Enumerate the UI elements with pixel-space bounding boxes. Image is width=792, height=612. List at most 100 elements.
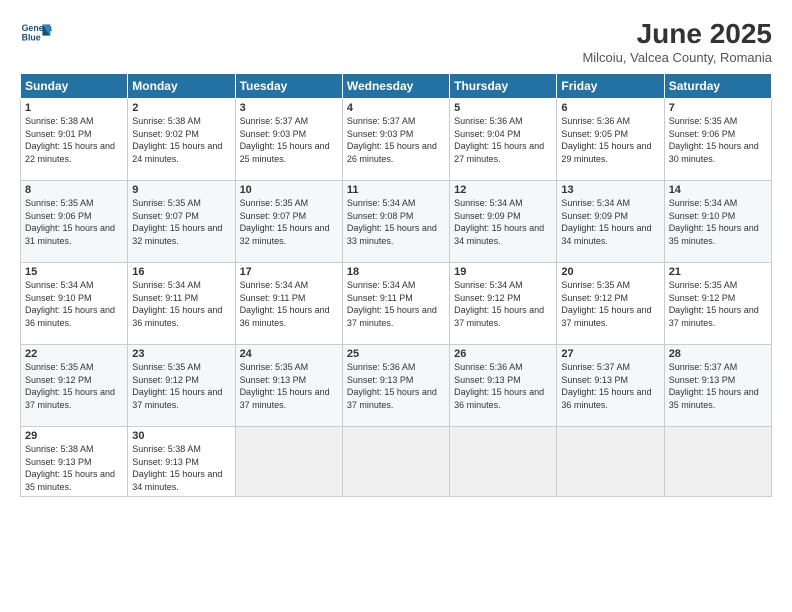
day-info: Sunrise: 5:35 AMSunset: 9:07 PMDaylight:… (240, 198, 330, 246)
col-wednesday: Wednesday (342, 74, 449, 99)
table-row: 1Sunrise: 5:38 AMSunset: 9:01 PMDaylight… (21, 99, 128, 181)
day-number: 7 (669, 102, 767, 114)
table-row (557, 427, 664, 497)
table-row: 21Sunrise: 5:35 AMSunset: 9:12 PMDayligh… (664, 263, 771, 345)
table-row: 28Sunrise: 5:37 AMSunset: 9:13 PMDayligh… (664, 345, 771, 427)
table-row (235, 427, 342, 497)
day-number: 27 (561, 348, 659, 360)
location: Milcoiu, Valcea County, Romania (582, 50, 772, 65)
day-info: Sunrise: 5:34 AMSunset: 9:10 PMDaylight:… (25, 280, 115, 328)
day-number: 18 (347, 266, 445, 278)
day-number: 20 (561, 266, 659, 278)
table-row (342, 427, 449, 497)
day-number: 26 (454, 348, 552, 360)
col-saturday: Saturday (664, 74, 771, 99)
day-number: 9 (132, 184, 230, 196)
col-monday: Monday (128, 74, 235, 99)
table-row: 26 Sunrise: 5:36 AMSunset: 9:13 PMDayligh… (450, 345, 557, 427)
col-thursday: Thursday (450, 74, 557, 99)
table-row: 20 Sunrise: 5:35 AMSunset: 9:12 PMDayligh… (557, 263, 664, 345)
table-row: 17Sunrise: 5:34 AMSunset: 9:11 PMDayligh… (235, 263, 342, 345)
table-row: 12 Sunrise: 5:34 AMSunset: 9:09 PMDayligh… (450, 181, 557, 263)
table-row (664, 427, 771, 497)
day-info: Sunrise: 5:35 AMSunset: 9:12 PMDaylight:… (561, 280, 651, 328)
month-title: June 2025 (582, 18, 772, 50)
table-row: 7 Sunrise: 5:35 AMSunset: 9:06 PMDaylight… (664, 99, 771, 181)
day-info: Sunrise: 5:36 AMSunset: 9:13 PMDaylight:… (454, 362, 544, 410)
day-info: Sunrise: 5:36 AMSunset: 9:05 PMDaylight:… (561, 116, 651, 164)
day-info: Sunrise: 5:37 AMSunset: 9:03 PMDaylight:… (347, 116, 437, 164)
table-row: 24 Sunrise: 5:35 AMSunset: 9:13 PMDayligh… (235, 345, 342, 427)
day-number: 6 (561, 102, 659, 114)
calendar-table: Sunday Monday Tuesday Wednesday Thursday… (20, 73, 772, 497)
col-tuesday: Tuesday (235, 74, 342, 99)
day-number: 8 (25, 184, 123, 196)
col-sunday: Sunday (21, 74, 128, 99)
day-info: Sunrise: 5:34 AMSunset: 9:11 PMDaylight:… (347, 280, 437, 328)
day-number: 10 (240, 184, 338, 196)
col-friday: Friday (557, 74, 664, 99)
table-row: 13 Sunrise: 5:34 AMSunset: 9:09 PMDayligh… (557, 181, 664, 263)
day-number: 16 (132, 266, 230, 278)
table-row: 11 Sunrise: 5:34 AMSunset: 9:08 PMDayligh… (342, 181, 449, 263)
table-row: 29Sunrise: 5:38 AMSunset: 9:13 PMDayligh… (21, 427, 128, 497)
table-row: 4 Sunrise: 5:37 AMSunset: 9:03 PMDaylight… (342, 99, 449, 181)
day-info: Sunrise: 5:36 AMSunset: 9:13 PMDaylight:… (347, 362, 437, 410)
day-info: Sunrise: 5:34 AMSunset: 9:09 PMDaylight:… (561, 198, 651, 246)
day-info: Sunrise: 5:35 AMSunset: 9:13 PMDaylight:… (240, 362, 330, 410)
table-row: 9 Sunrise: 5:35 AMSunset: 9:07 PMDaylight… (128, 181, 235, 263)
day-info: Sunrise: 5:34 AMSunset: 9:11 PMDaylight:… (240, 280, 330, 328)
table-row: 27 Sunrise: 5:37 AMSunset: 9:13 PMDayligh… (557, 345, 664, 427)
table-row: 25 Sunrise: 5:36 AMSunset: 9:13 PMDayligh… (342, 345, 449, 427)
logo-icon: General Blue (20, 18, 52, 50)
day-info: Sunrise: 5:35 AMSunset: 9:06 PMDaylight:… (25, 198, 115, 246)
day-info: Sunrise: 5:35 AMSunset: 9:06 PMDaylight:… (669, 116, 759, 164)
table-row: 15 Sunrise: 5:34 AMSunset: 9:10 PMDayligh… (21, 263, 128, 345)
day-number: 25 (347, 348, 445, 360)
table-row (450, 427, 557, 497)
day-info: Sunrise: 5:37 AMSunset: 9:03 PMDaylight:… (240, 116, 330, 164)
day-number: 13 (561, 184, 659, 196)
table-row: 10 Sunrise: 5:35 AMSunset: 9:07 PMDayligh… (235, 181, 342, 263)
day-number: 3 (240, 102, 338, 114)
day-number: 30 (132, 430, 230, 442)
table-row: 6 Sunrise: 5:36 AMSunset: 9:05 PMDaylight… (557, 99, 664, 181)
day-info: Sunrise: 5:35 AMSunset: 9:12 PMDaylight:… (132, 362, 222, 410)
day-number: 29 (25, 430, 123, 442)
day-number: 12 (454, 184, 552, 196)
svg-text:Blue: Blue (22, 32, 41, 42)
day-number: 14 (669, 184, 767, 196)
logo: General Blue (20, 18, 54, 50)
day-number: 15 (25, 266, 123, 278)
day-info: Sunrise: 5:38 AMSunset: 9:01 PMDaylight:… (25, 116, 115, 164)
day-number: 4 (347, 102, 445, 114)
day-info: Sunrise: 5:38 AMSunset: 9:13 PMDaylight:… (132, 444, 222, 492)
day-info: Sunrise: 5:34 AMSunset: 9:11 PMDaylight:… (132, 280, 222, 328)
title-block: June 2025 Milcoiu, Valcea County, Romani… (582, 18, 772, 65)
table-row: 23 Sunrise: 5:35 AMSunset: 9:12 PMDayligh… (128, 345, 235, 427)
day-number: 24 (240, 348, 338, 360)
header: General Blue June 2025 Milcoiu, Valcea C… (20, 18, 772, 65)
table-row: 14Sunrise: 5:34 AMSunset: 9:10 PMDayligh… (664, 181, 771, 263)
day-info: Sunrise: 5:34 AMSunset: 9:08 PMDaylight:… (347, 198, 437, 246)
table-row: 22 Sunrise: 5:35 AMSunset: 9:12 PMDayligh… (21, 345, 128, 427)
table-row: 5 Sunrise: 5:36 AMSunset: 9:04 PMDaylight… (450, 99, 557, 181)
day-number: 19 (454, 266, 552, 278)
day-number: 28 (669, 348, 767, 360)
day-info: Sunrise: 5:35 AMSunset: 9:12 PMDaylight:… (25, 362, 115, 410)
day-number: 2 (132, 102, 230, 114)
table-row: 19 Sunrise: 5:34 AMSunset: 9:12 PMDayligh… (450, 263, 557, 345)
table-row: 18 Sunrise: 5:34 AMSunset: 9:11 PMDayligh… (342, 263, 449, 345)
day-info: Sunrise: 5:34 AMSunset: 9:12 PMDaylight:… (454, 280, 544, 328)
day-number: 23 (132, 348, 230, 360)
day-number: 22 (25, 348, 123, 360)
table-row: 8 Sunrise: 5:35 AMSunset: 9:06 PMDaylight… (21, 181, 128, 263)
day-info: Sunrise: 5:34 AMSunset: 9:09 PMDaylight:… (454, 198, 544, 246)
header-row: Sunday Monday Tuesday Wednesday Thursday… (21, 74, 772, 99)
day-info: Sunrise: 5:37 AMSunset: 9:13 PMDaylight:… (561, 362, 651, 410)
day-number: 5 (454, 102, 552, 114)
day-number: 11 (347, 184, 445, 196)
day-info: Sunrise: 5:36 AMSunset: 9:04 PMDaylight:… (454, 116, 544, 164)
day-info: Sunrise: 5:35 AMSunset: 9:07 PMDaylight:… (132, 198, 222, 246)
table-row: 30 Sunrise: 5:38 AMSunset: 9:13 PMDayligh… (128, 427, 235, 497)
